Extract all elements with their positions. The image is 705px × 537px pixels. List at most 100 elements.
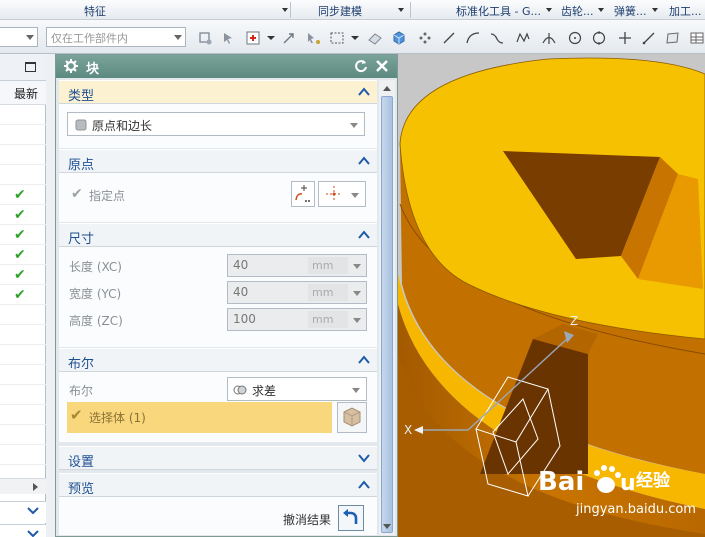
list-item[interactable]: ✔ <box>0 205 46 225</box>
section-origin-header[interactable]: 原点 <box>59 149 377 173</box>
list-item[interactable] <box>0 365 46 385</box>
reset-icon[interactable] <box>354 59 368 73</box>
horizontal-scrollbar[interactable] <box>0 478 46 494</box>
navigator-column-header[interactable]: 最新 <box>0 81 46 105</box>
section-type-header[interactable]: 类型 <box>59 80 377 104</box>
list-item[interactable] <box>0 385 46 405</box>
chevron-down-icon[interactable] <box>353 318 361 323</box>
trim-icon[interactable] <box>540 29 558 47</box>
undo-result-button[interactable] <box>338 505 364 531</box>
list-item[interactable] <box>0 165 46 185</box>
chevron-down-icon[interactable] <box>353 264 361 269</box>
boolean-select[interactable]: 求差 <box>227 377 367 401</box>
list-item[interactable] <box>0 445 46 465</box>
chevron-down-icon[interactable] <box>353 291 361 296</box>
list-item[interactable] <box>0 145 46 165</box>
spline-icon[interactable] <box>488 29 506 47</box>
dialog-scrollbar[interactable] <box>379 80 395 535</box>
slash-line-icon[interactable] <box>640 29 658 47</box>
section-preview-header[interactable]: 预览 <box>59 473 377 497</box>
section-settings-header[interactable]: 设置 <box>59 446 377 470</box>
list-item[interactable]: ✔ <box>0 265 46 285</box>
line-icon[interactable] <box>440 29 458 47</box>
solid-body-icon[interactable] <box>390 29 408 47</box>
menu-spring[interactable]: 弹簧... <box>614 3 647 19</box>
graphics-viewport[interactable]: Z X Bai u 经验 jingyan.baidu.com <box>398 54 705 537</box>
type-filter-combo[interactable] <box>0 27 38 47</box>
height-input[interactable]: 100 mm <box>227 308 367 331</box>
eraser-icon[interactable] <box>366 29 384 47</box>
list-item[interactable]: ✔ <box>0 245 46 265</box>
scroll-down-icon[interactable] <box>382 523 392 531</box>
menu-gear-dropdown-icon[interactable] <box>598 8 604 12</box>
arrow-icon[interactable] <box>280 29 298 47</box>
dialog-title: 块 <box>86 62 100 77</box>
chevron-up-icon <box>358 230 370 239</box>
chevron-down-icon[interactable] <box>262 29 280 47</box>
gear-icon[interactable] <box>63 58 79 74</box>
crosshair-icon[interactable] <box>616 29 634 47</box>
selection-icon[interactable] <box>304 29 322 47</box>
select-feature-icon[interactable] <box>220 29 238 47</box>
scope-filter-combo[interactable]: 仅在工作部件内 <box>46 27 186 47</box>
points-icon[interactable] <box>416 29 434 47</box>
list-item[interactable] <box>0 105 46 125</box>
section-boolean-header[interactable]: 布尔 <box>59 348 377 372</box>
datum-icon[interactable] <box>664 29 682 47</box>
height-label: 高度 (ZC) <box>69 314 123 328</box>
list-item[interactable] <box>0 125 46 145</box>
dialog-title-bar[interactable]: 块 <box>56 55 397 78</box>
check-icon: ✔ <box>14 287 26 303</box>
scrollbar-thumb[interactable] <box>381 96 393 533</box>
chevron-down-icon <box>350 123 358 128</box>
select-body-button[interactable] <box>337 402 367 433</box>
list-item[interactable]: ✔ <box>0 185 46 205</box>
snap-settings-icon[interactable] <box>196 29 214 47</box>
chevron-down-icon[interactable] <box>346 29 364 47</box>
menu-spring-dropdown-icon[interactable] <box>652 8 658 12</box>
navigator-header <box>0 54 46 81</box>
menu-sync-model[interactable]: 同步建模 <box>318 3 362 19</box>
menu-std-tools[interactable]: 标准化工具 - G... <box>456 3 541 19</box>
dependencies-panel-toggle[interactable] <box>0 501 46 523</box>
section-dimensions-body: 长度 (XC) 40 mm 宽度 (YC) 40 mm 高度 (ZC) 100 … <box>59 247 377 347</box>
length-input[interactable]: 40 mm <box>227 254 367 277</box>
menu-feature-dropdown-icon[interactable] <box>282 8 288 12</box>
table-icon[interactable] <box>688 29 705 47</box>
width-input[interactable]: 40 mm <box>227 281 367 304</box>
boolean-select-value: 求差 <box>252 384 277 398</box>
scroll-up-icon[interactable] <box>382 84 392 92</box>
menu-feature[interactable]: 特征 <box>84 3 106 19</box>
point-dialog-button[interactable] <box>291 181 315 207</box>
circle-icon[interactable] <box>566 29 584 47</box>
menu-sync-dropdown-icon[interactable] <box>398 8 404 12</box>
section-dimensions-header[interactable]: 尺寸 <box>59 223 377 247</box>
list-item[interactable] <box>0 325 46 345</box>
check-icon: ✔ <box>14 227 26 243</box>
details-panel-toggle[interactable] <box>0 524 46 537</box>
menu-machining[interactable]: 加工... <box>669 3 702 19</box>
list-item[interactable] <box>0 405 46 425</box>
type-select[interactable]: 原点和边长 <box>67 112 365 136</box>
point-snap-icon[interactable] <box>244 29 262 47</box>
list-item[interactable] <box>0 345 46 365</box>
list-item[interactable]: ✔ <box>0 285 46 305</box>
circle-point-icon[interactable] <box>590 29 608 47</box>
section-type-body: 原点和边长 <box>59 104 377 148</box>
arc-icon[interactable] <box>464 29 482 47</box>
point-type-select[interactable] <box>318 181 366 207</box>
chevron-down-icon <box>27 507 39 515</box>
close-icon[interactable] <box>374 58 390 74</box>
scroll-right-icon[interactable] <box>33 483 38 491</box>
rectangle-select-icon[interactable] <box>328 29 346 47</box>
column-latest-label: 最新 <box>14 87 39 101</box>
length-unit: mm <box>308 257 348 274</box>
list-item[interactable]: ✔ <box>0 225 46 245</box>
menu-std-dropdown-icon[interactable] <box>546 8 552 12</box>
maximize-icon[interactable] <box>25 62 36 72</box>
menu-gear[interactable]: 齿轮... <box>561 3 594 19</box>
list-item[interactable] <box>0 305 46 325</box>
list-item[interactable] <box>0 425 46 445</box>
polyline-icon[interactable] <box>514 29 532 47</box>
select-body-row[interactable]: ✔ 选择体 (1) <box>67 402 332 433</box>
